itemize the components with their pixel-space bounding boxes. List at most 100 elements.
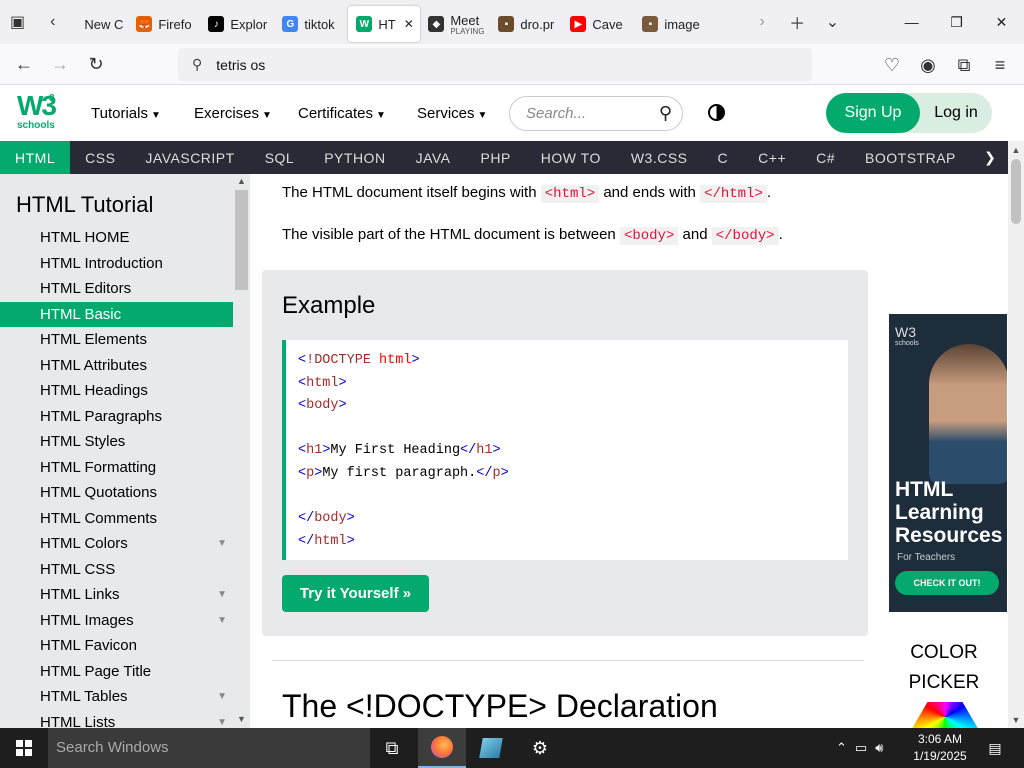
start-button[interactable] <box>0 728 48 768</box>
back-icon[interactable]: ← <box>6 46 42 82</box>
sidebar-item-html-comments[interactable]: HTML Comments <box>0 506 233 531</box>
volume-icon[interactable]: 🔊︎ <box>875 740 883 756</box>
sidebar-scrollbar[interactable]: ▲ ▼ <box>233 174 250 728</box>
sidebar-item-html-home[interactable]: HTML HOME <box>0 225 233 250</box>
expand-icon[interactable]: ▼ <box>217 608 227 633</box>
dark-mode-toggle-icon[interactable] <box>708 104 725 121</box>
menu-certificates[interactable]: Certificates ▼ <box>298 105 386 122</box>
topic-javascript[interactable]: JAVASCRIPT <box>130 141 249 174</box>
browser-tab[interactable]: W HT ✕ <box>348 6 421 42</box>
sidebar-item-html-favicon[interactable]: HTML Favicon <box>0 633 233 658</box>
topic-scroll-right-icon[interactable]: ❯ <box>972 141 1008 174</box>
topic-bootstrap[interactable]: BOOTSTRAP <box>850 141 971 174</box>
sidebar-item-html-links[interactable]: HTML Links ▼ <box>0 582 233 607</box>
sidebar-item-html-styles[interactable]: HTML Styles <box>0 429 233 454</box>
ad-cta-button[interactable]: CHECK IT OUT! <box>895 571 999 595</box>
topic-java[interactable]: JAVA <box>401 141 466 174</box>
sidebar-item-html-css[interactable]: HTML CSS <box>0 557 233 582</box>
browser-tab[interactable]: New C <box>70 6 128 42</box>
firefox-taskbar-icon[interactable] <box>418 728 466 768</box>
browser-tab[interactable]: ♪ Explor <box>200 6 274 42</box>
browser-tab[interactable]: ▪ image <box>634 6 706 42</box>
color-picker-image[interactable] <box>910 702 980 728</box>
new-tab-icon[interactable]: ＋ <box>780 0 815 44</box>
sidebar-scroll-thumb[interactable] <box>235 190 248 290</box>
browser-tab[interactable]: Gtiktok <box>274 6 348 42</box>
sidebar-item-html-paragraphs[interactable]: HTML Paragraphs <box>0 404 233 429</box>
advertisement-banner[interactable]: W3 schools HTML Learning Resources For Te… <box>889 314 1007 612</box>
sidebar-item-html-attributes[interactable]: HTML Attributes <box>0 353 233 378</box>
restore-icon[interactable]: ❐ <box>934 0 979 44</box>
menu-tutorials[interactable]: Tutorials ▼ <box>91 105 161 122</box>
expand-icon[interactable]: ▼ <box>217 582 227 607</box>
topic-php[interactable]: PHP <box>466 141 526 174</box>
sidebar-item-html-colors[interactable]: HTML Colors ▼ <box>0 531 233 556</box>
browser-tab[interactable]: ▪ dro.pr <box>490 6 562 42</box>
w3schools-logo[interactable]: W3 3 schools <box>17 92 59 135</box>
topic-c-[interactable]: C# <box>801 141 850 174</box>
menu-icon[interactable]: ≡ <box>982 47 1018 83</box>
topic-sql[interactable]: SQL <box>250 141 310 174</box>
scroll-down-icon[interactable]: ▼ <box>1008 713 1024 727</box>
task-view-icon[interactable]: ⧉ <box>368 728 416 768</box>
sidebar-item-html-editors[interactable]: HTML Editors <box>0 276 233 301</box>
topic-c[interactable]: C <box>703 141 744 174</box>
sign-up-button[interactable]: Sign Up <box>826 93 920 133</box>
browser-tab[interactable]: ◆ Meet PLAYING <box>420 6 490 42</box>
sidebar-item-html-page-title[interactable]: HTML Page Title <box>0 659 233 684</box>
sidebar-item-html-images[interactable]: HTML Images ▼ <box>0 608 233 633</box>
topic-w3-css[interactable]: W3.CSS <box>616 141 703 174</box>
reload-icon[interactable]: ↻ <box>78 46 114 82</box>
browser-tab[interactable]: ▶ Cave <box>562 6 634 42</box>
color-picker-heading[interactable]: COLOR PICKER <box>880 638 1008 698</box>
sidebar-item-html-introduction[interactable]: HTML Introduction <box>0 251 233 276</box>
notifications-icon[interactable]: ▤ <box>980 728 1010 768</box>
chevron-up-icon[interactable]: ⌃ <box>836 740 847 756</box>
sidebar-item-html-formatting[interactable]: HTML Formatting <box>0 455 233 480</box>
sidebar-item-html-lists[interactable]: HTML Lists ▼ <box>0 710 233 729</box>
expand-icon[interactable]: ▼ <box>217 531 227 556</box>
network-icon[interactable]: ▭ <box>855 740 867 756</box>
sidebar-item-html-tables[interactable]: HTML Tables ▼ <box>0 684 233 709</box>
sidebar-item-html-elements[interactable]: HTML Elements <box>0 327 233 352</box>
log-in-button[interactable]: Log in <box>920 93 992 133</box>
expand-icon[interactable]: ▼ <box>217 684 227 709</box>
close-window-icon[interactable]: ✕ <box>979 0 1024 44</box>
topic-python[interactable]: PYTHON <box>309 141 400 174</box>
scroll-up-icon[interactable]: ▲ <box>1008 143 1024 157</box>
sidebar-item-html-basic[interactable]: HTML Basic <box>0 301 233 327</box>
extensions-icon[interactable]: ⧉ <box>946 47 982 83</box>
account-icon[interactable]: ◉ <box>910 47 946 83</box>
sidebar-item-html-headings[interactable]: HTML Headings <box>0 378 233 403</box>
close-tab-icon[interactable]: ✕ <box>404 17 414 31</box>
try-it-yourself-button[interactable]: Try it Yourself » <box>282 575 429 612</box>
pocket-icon[interactable]: ♡ <box>874 47 910 83</box>
taskbar-clock[interactable]: 3:06 AM 1/19/2025 <box>905 731 975 765</box>
topic-c-[interactable]: C++ <box>743 141 801 174</box>
browser-tab[interactable]: 🦊 Firefo <box>128 6 200 42</box>
menu-exercises[interactable]: Exercises ▼ <box>194 105 272 122</box>
page-scroll-thumb[interactable] <box>1011 159 1021 224</box>
menu-services[interactable]: Services ▼ <box>417 105 487 122</box>
tab-scroll-right-icon[interactable]: › <box>745 0 780 44</box>
tab-overview-icon[interactable]: ▣ <box>0 0 35 44</box>
site-search-input[interactable]: Search... ⚲ <box>509 96 683 131</box>
search-icon[interactable]: ⚲ <box>659 103 672 124</box>
sidebar-item-html-quotations[interactable]: HTML Quotations <box>0 480 233 505</box>
forward-icon[interactable]: → <box>42 46 78 82</box>
tab-list-dropdown-icon[interactable]: ⌄ <box>815 0 850 44</box>
scroll-up-icon[interactable]: ▲ <box>233 174 250 188</box>
app-taskbar-icon[interactable] <box>467 728 515 768</box>
scroll-down-icon[interactable]: ▼ <box>233 712 250 726</box>
taskbar-search-input[interactable]: Search Windows <box>48 728 370 768</box>
topic-how-to[interactable]: HOW TO <box>526 141 616 174</box>
topic-html[interactable]: HTML <box>0 141 71 174</box>
expand-icon[interactable]: ▼ <box>217 710 227 729</box>
topic-css[interactable]: CSS <box>70 141 130 174</box>
settings-gear-icon[interactable]: ⚙ <box>516 728 564 768</box>
minimize-icon[interactable]: — <box>889 0 934 44</box>
tab-scroll-left-icon[interactable]: ‹ <box>35 0 70 44</box>
page-scrollbar[interactable]: ▲ ▼ <box>1008 141 1024 728</box>
address-bar[interactable]: ⚲ tetris os <box>178 48 812 81</box>
code-line: </html> <box>298 533 355 549</box>
